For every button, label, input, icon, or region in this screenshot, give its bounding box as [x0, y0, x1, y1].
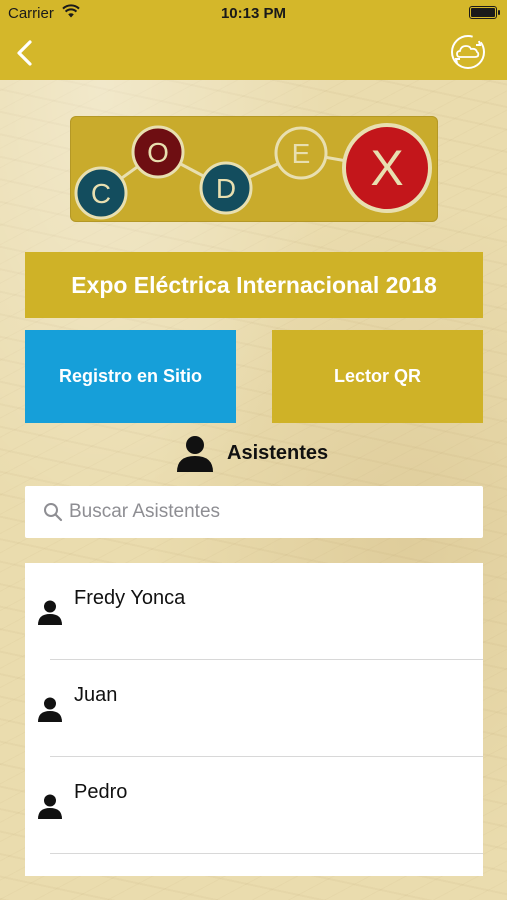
- list-item[interactable]: Pedro: [25, 757, 483, 854]
- attendee-name: Pedro: [74, 781, 128, 803]
- battery-icon: [469, 6, 500, 19]
- sync-button[interactable]: [449, 33, 487, 71]
- event-title: Expo Eléctrica Internacional 2018: [71, 271, 437, 298]
- person-icon: [177, 436, 213, 472]
- svg-text:D: D: [216, 173, 236, 204]
- lector-qr-button[interactable]: Lector QR: [272, 330, 483, 423]
- person-icon: [38, 794, 62, 819]
- attendee-name: Fredy Yonca: [74, 587, 186, 609]
- person-icon: [38, 697, 62, 722]
- svg-text:X: X: [370, 140, 403, 196]
- event-title-banner: Expo Eléctrica Internacional 2018: [25, 252, 483, 318]
- svg-text:O: O: [147, 137, 169, 168]
- codex-logo: C O D E X: [70, 116, 438, 222]
- navigation-bar: Carrier 10:13 PM: [0, 0, 507, 80]
- divider: [50, 853, 483, 854]
- logo-letter-x: X: [342, 123, 432, 213]
- lector-button-label: Lector QR: [333, 366, 421, 386]
- back-button[interactable]: [10, 36, 42, 70]
- attendees-list: Fredy Yonca Juan Pedro: [25, 563, 483, 876]
- svg-text:C: C: [91, 178, 111, 209]
- status-bar: Carrier 10:13 PM: [0, 0, 507, 28]
- registro-button-label: Registro en Sitio: [58, 366, 202, 386]
- person-icon: [38, 600, 62, 625]
- logo-letter-c: C: [74, 166, 128, 220]
- svg-text:E: E: [292, 138, 311, 169]
- status-time: 10:13 PM: [220, 5, 287, 22]
- search-bar[interactable]: [25, 486, 483, 538]
- attendees-title: Asistentes: [227, 442, 329, 464]
- attendees-header: Asistentes: [176, 432, 356, 474]
- chevron-left-icon: [17, 40, 32, 66]
- logo-letter-o: O: [131, 125, 185, 179]
- search-input[interactable]: [69, 494, 469, 530]
- logo-letter-d: D: [199, 161, 253, 215]
- list-item[interactable]: Fredy Yonca: [25, 563, 483, 660]
- cloud-sync-icon: [451, 35, 485, 69]
- attendee-name: Juan: [74, 684, 118, 706]
- search-icon: [44, 503, 63, 522]
- logo-letter-e: E: [274, 126, 328, 180]
- list-item[interactable]: Juan: [25, 660, 483, 757]
- registro-en-sitio-button[interactable]: Registro en Sitio: [25, 330, 236, 423]
